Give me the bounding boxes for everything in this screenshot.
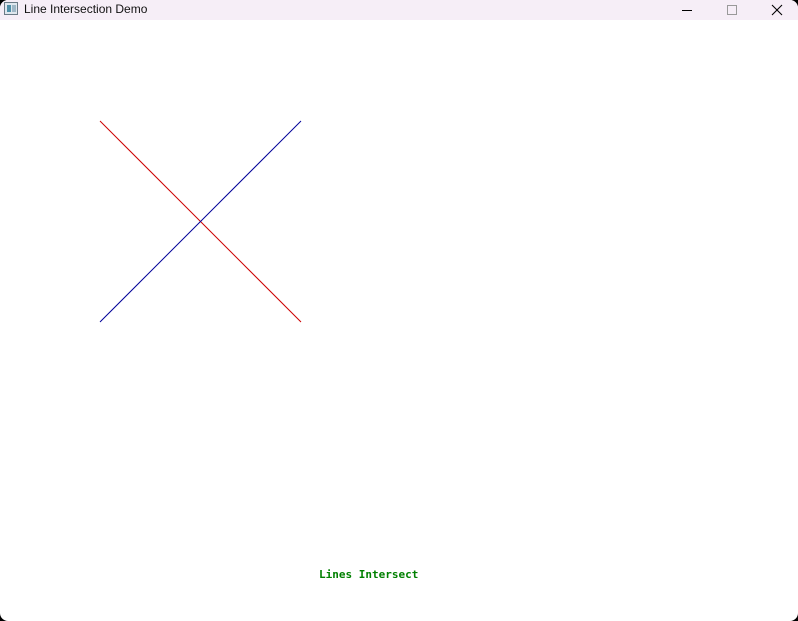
window-title: Line Intersection Demo [24,2,148,16]
maximize-button[interactable] [709,0,755,20]
maximize-icon [727,5,737,15]
title-bar[interactable]: Line Intersection Demo [0,0,798,20]
lines-drawing [99,120,302,323]
minimize-button[interactable] [664,0,710,20]
drawing-canvas [0,20,798,621]
app-window: Line Intersection Demo Lines Intersect [0,0,798,621]
close-icon [771,4,783,16]
intersection-status-text: Lines Intersect [319,568,419,581]
app-icon [4,2,18,15]
minimize-icon [682,10,692,11]
close-button[interactable] [754,0,798,20]
